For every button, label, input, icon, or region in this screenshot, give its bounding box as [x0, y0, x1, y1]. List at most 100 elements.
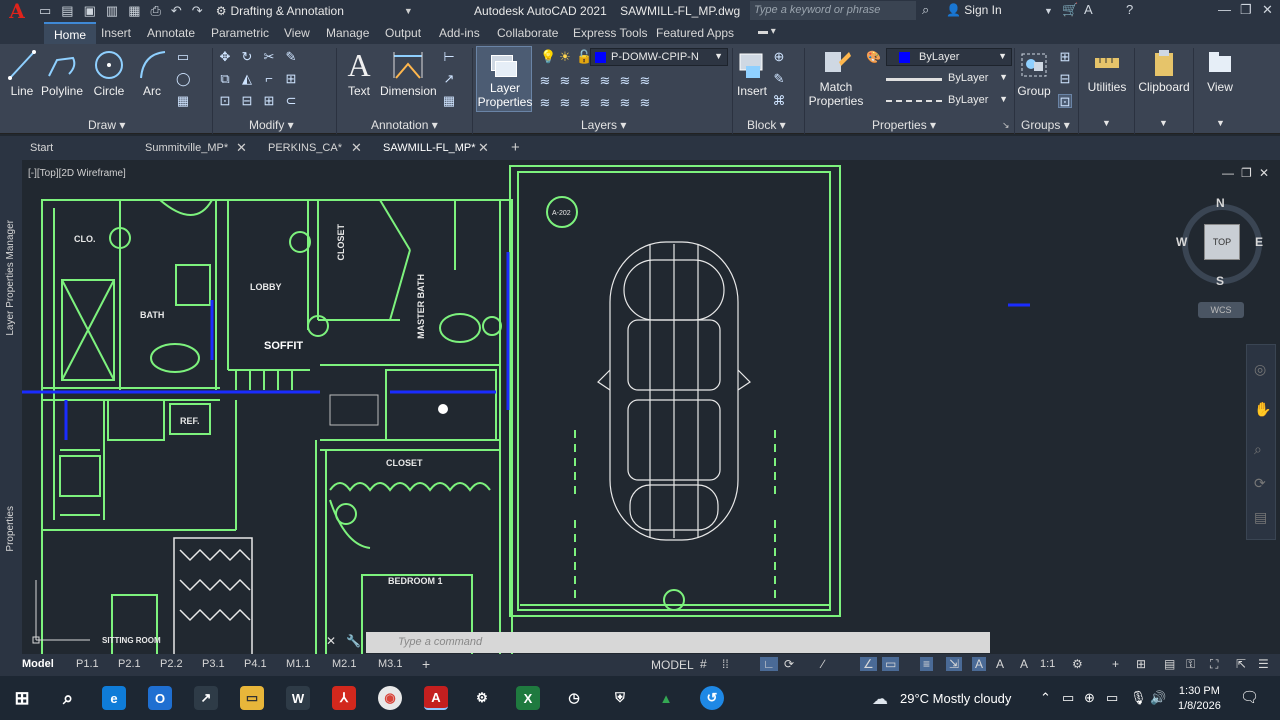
outlook-icon[interactable]: O — [148, 686, 172, 710]
zoom-icon[interactable]: ⌕ — [1254, 441, 1262, 458]
draw-panel-title[interactable]: Draw ▾ — [88, 118, 125, 132]
layout-tab-p3-1[interactable]: P3.1 — [202, 658, 225, 670]
sign-in-button[interactable]: 👤 Sign In — [946, 3, 1002, 17]
lineweight-dropdown[interactable]: ByLayer ▼ — [886, 70, 1012, 88]
network-icon[interactable]: ⊕ — [1084, 690, 1095, 706]
scale-icon[interactable]: ⊟ — [240, 94, 254, 108]
trim-icon[interactable]: ✂ — [262, 50, 276, 64]
layer-properties-manager-tab[interactable]: Layer Properties Manager — [5, 220, 16, 336]
isodraft-icon[interactable]: ∕ — [822, 657, 824, 671]
clock-app-icon[interactable]: ◷ — [562, 686, 586, 710]
lock-icon[interactable]: 🔓 — [576, 50, 592, 64]
workspace-gear-icon[interactable]: ⚙ — [1072, 657, 1083, 671]
weather-text[interactable]: 29°C Mostly cloudy — [900, 691, 1011, 706]
undo-icon[interactable]: ↶ — [171, 3, 182, 19]
move-icon[interactable]: ✥ — [218, 50, 232, 64]
properties-tab[interactable]: Properties — [5, 506, 16, 552]
layer-lock-icon[interactable]: ≋ — [598, 74, 612, 88]
layout-tab-m3-1[interactable]: M3.1 — [378, 658, 402, 670]
annotation-scale-dropdown[interactable]: 1:1 — [1040, 658, 1055, 670]
group-edit-icon[interactable]: ⊟ — [1058, 72, 1072, 86]
workspace-switcher[interactable]: ⚙ Drafting & Annotation ▼ — [216, 4, 413, 18]
explode-icon[interactable]: ⊞ — [284, 72, 298, 86]
sun-icon[interactable]: ☀ — [558, 50, 572, 64]
layer-copy-icon[interactable]: ≋ — [618, 96, 632, 110]
layer-dropdown[interactable]: P-DOMW-CPIP-N ▼ — [590, 48, 728, 66]
doc-tab-start[interactable]: Start — [30, 142, 53, 154]
arc-tool-button[interactable]: Arc — [136, 48, 168, 98]
redo-icon[interactable]: ↷ — [192, 3, 203, 19]
utilities-button[interactable]: Utilities — [1082, 48, 1132, 94]
save-icon[interactable]: ▣ — [84, 3, 96, 19]
lightbulb-icon[interactable]: 💡 — [540, 50, 556, 64]
tab-annotate[interactable]: Annotate — [147, 26, 195, 40]
ungroup-icon[interactable]: ⊞ — [1058, 50, 1072, 64]
layers-panel-title[interactable]: Layers ▾ — [581, 118, 626, 132]
google-drive-icon[interactable]: ▲ — [654, 686, 678, 710]
clock[interactable]: 1:30 PM 1/8/2026 — [1178, 684, 1221, 714]
open-file-icon[interactable]: ▤ — [61, 3, 73, 19]
tab-manage[interactable]: Manage — [326, 26, 369, 40]
units-icon[interactable]: ⊞ — [1136, 657, 1146, 671]
layout-tab-p2-2[interactable]: P2.2 — [160, 658, 183, 670]
leader-icon[interactable]: ↗ — [442, 72, 456, 86]
steering-wheel-icon[interactable]: ◎ — [1254, 361, 1266, 378]
search-icon[interactable]: ⌕ — [56, 686, 80, 710]
linetype-dropdown[interactable]: ByLayer ▼ — [886, 92, 1012, 110]
pan-icon[interactable]: ✋ — [1254, 401, 1271, 418]
polar-icon[interactable]: ⟳ — [784, 657, 794, 671]
layer-walk-icon[interactable]: ≋ — [638, 74, 652, 88]
close-tab-icon[interactable]: ✕ — [478, 140, 489, 156]
restore-icon[interactable]: ❐ — [1240, 2, 1252, 18]
new-file-icon[interactable]: ▭ — [39, 3, 51, 19]
layout-tab-p1-1[interactable]: P1.1 — [76, 658, 99, 670]
color-dropdown[interactable]: ByLayer ▼ — [886, 48, 1012, 66]
chevron-down-icon[interactable]: ▼ — [1159, 118, 1168, 128]
tab-add-ins[interactable]: Add-ins — [439, 26, 480, 40]
wcs-menu[interactable]: WCS — [1198, 302, 1244, 318]
lineweight-icon[interactable]: ≡ — [920, 657, 934, 671]
layer-thaw-icon[interactable]: ≋ — [578, 96, 592, 110]
drawing-canvas[interactable]: CLO. BATH LOBBY SOFFIT CLOSET CLOSET MAS… — [0, 160, 1280, 654]
compass-south[interactable]: S — [1216, 274, 1224, 288]
table-icon[interactable]: ▦ — [442, 94, 456, 108]
layout-tab-m1-1[interactable]: M1.1 — [286, 658, 310, 670]
tab-express-tools[interactable]: Express Tools — [573, 26, 647, 40]
customization-icon[interactable]: ☰ — [1258, 657, 1269, 671]
compass-west[interactable]: W — [1176, 235, 1187, 249]
command-input[interactable]: Type a command — [366, 632, 990, 653]
layout-tab-m2-1[interactable]: M2.1 — [332, 658, 356, 670]
circle-tool-button[interactable]: Circle — [90, 48, 128, 98]
offset-icon[interactable]: ⊂ — [284, 94, 298, 108]
hatch-icon[interactable]: ▦ — [176, 94, 190, 108]
tab-view[interactable]: View — [284, 26, 310, 40]
save-as-icon[interactable]: ▥ — [106, 3, 118, 19]
layer-merge-icon[interactable]: ≋ — [638, 96, 652, 110]
groups-panel-title[interactable]: Groups ▾ — [1021, 118, 1070, 132]
volume-icon[interactable]: 🔊 — [1150, 690, 1166, 706]
file-explorer-icon[interactable]: ▭ — [240, 686, 264, 710]
polyline-tool-button[interactable]: Polyline — [40, 48, 84, 98]
block-panel-title[interactable]: Block ▾ — [747, 118, 786, 132]
ribbon-options-icon[interactable]: ▬ ▾ — [758, 26, 776, 37]
a360-icon[interactable]: A — [1084, 2, 1093, 17]
viewport-close-icon[interactable]: ✕ — [1259, 166, 1269, 180]
dimension-tool-button[interactable]: Dimension — [380, 48, 437, 98]
layer-isolate-icon[interactable]: ≋ — [538, 74, 552, 88]
rotate-icon[interactable]: ↻ — [240, 50, 254, 64]
snap-icon[interactable]: ⁞⁞ — [722, 657, 729, 671]
attribute-icon[interactable]: ⌘ — [772, 94, 786, 108]
stretch-icon[interactable]: ⊡ — [218, 94, 232, 108]
group-button[interactable]: Group — [1016, 48, 1052, 98]
model-space-button[interactable]: MODEL — [651, 658, 694, 672]
notifications-icon[interactable]: 🗨 — [1240, 688, 1259, 706]
close-icon[interactable]: ✕ — [1262, 2, 1273, 18]
object-snap-icon[interactable]: ▭ — [882, 657, 900, 671]
chevron-down-icon[interactable]: ▼ — [1216, 118, 1225, 128]
insert-block-button[interactable]: Insert — [734, 48, 770, 98]
edge-icon[interactable]: e — [102, 686, 126, 710]
layer-on-icon[interactable]: ≋ — [558, 96, 572, 110]
viewport-controls-label[interactable]: [-][Top][2D Wireframe] — [28, 168, 126, 179]
tab-output[interactable]: Output — [385, 26, 421, 40]
object-snap-tracking-icon[interactable]: ∠ — [860, 657, 877, 671]
